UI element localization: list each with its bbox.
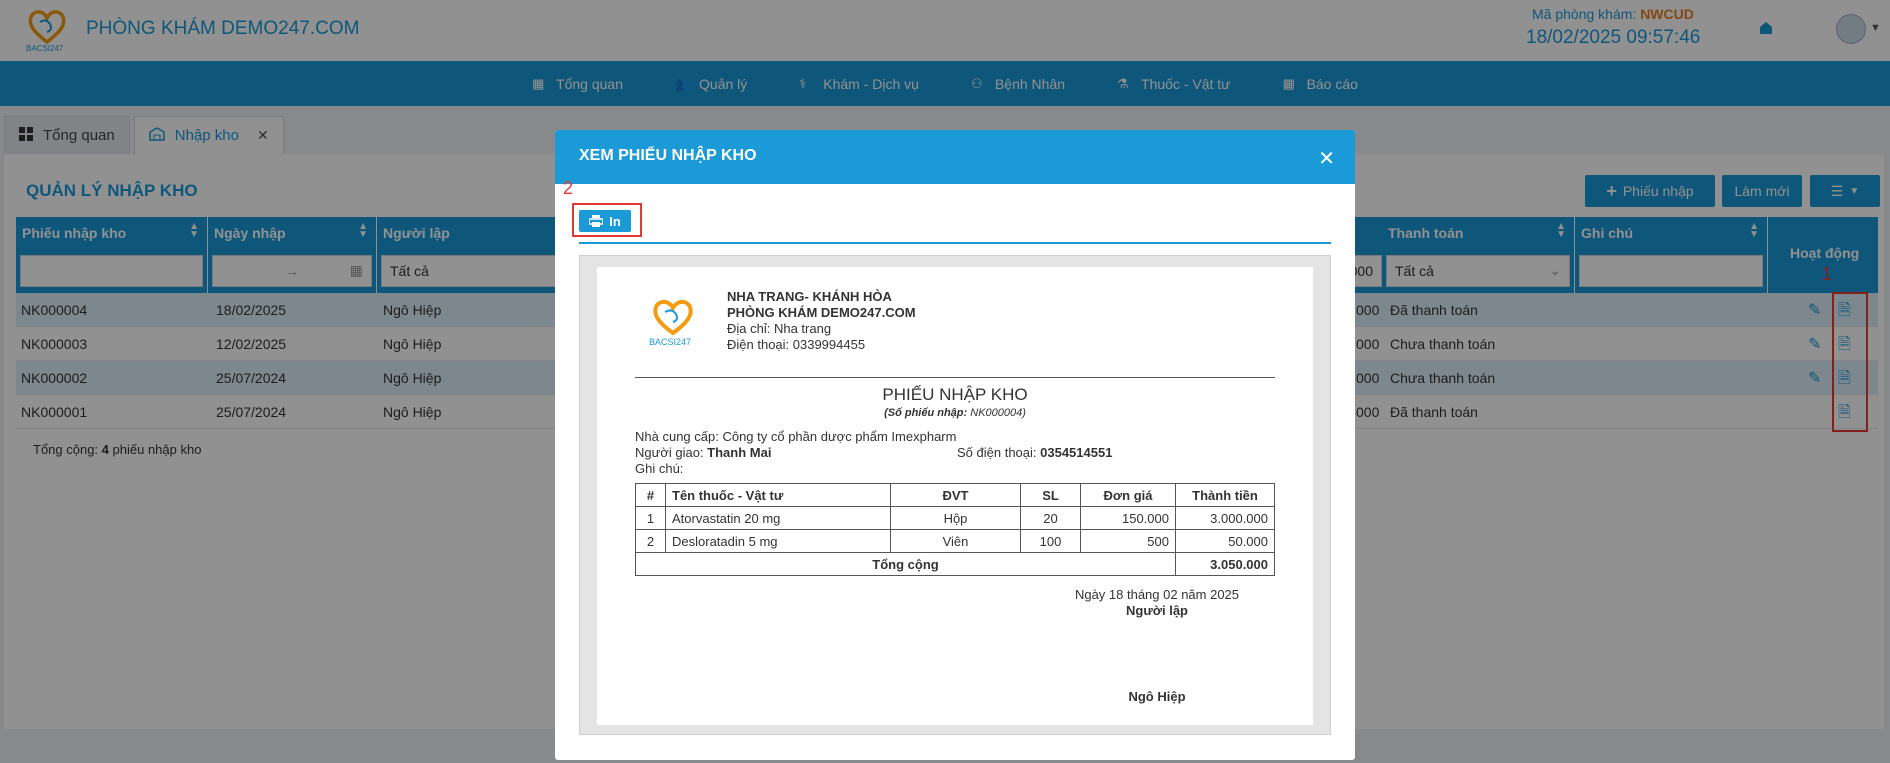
doc-number: (Số phiếu nhập: NK000004) [597,407,1313,419]
doc-address: Địa chỉ: Nha trang [727,321,832,336]
item-row: 1 Atorvastatin 20 mg Hộp 20 150.000 3.00… [635,506,1275,530]
doc-number-label: (Số phiếu nhập: [884,407,968,419]
doc-note: Ghi chú: [635,461,684,476]
deliverer-label: Người giao: [635,445,704,460]
close-icon[interactable]: ✕ [1318,146,1335,171]
sum-row: Tổng cộng 3.050.000 [635,552,1275,576]
th-price: Đơn giá [1080,483,1176,507]
item-name: Atorvastatin 20 mg [665,506,891,530]
doc-number-value: NK000004) [970,407,1026,419]
modal-divider [579,242,1331,244]
receipt-document: BACSI247 NHA TRANG- KHÁNH HÒA PHÒNG KHÁM… [597,267,1313,725]
th-name: Tên thuốc - Vật tư [665,483,891,507]
item-unit: Viên [890,529,1021,553]
view-receipt-modal: XEM PHIẾU NHẬP KHO ✕ In BACSI247 NHA TRA… [555,130,1355,760]
clinic-logo: BACSI247 [649,299,693,347]
item-qty: 20 [1020,506,1081,530]
th-qty: SL [1020,483,1081,507]
doc-clinic: PHÒNG KHÁM DEMO247.COM [727,305,916,320]
th-total: Thành tiền [1175,483,1275,507]
item-row: 2 Desloratadin 5 mg Viên 100 500 50.000 [635,529,1275,553]
print-preview: BACSI247 NHA TRANG- KHÁNH HÒA PHÒNG KHÁM… [579,255,1331,735]
item-total: 50.000 [1175,529,1275,553]
item-name: Desloratadin 5 mg [665,529,891,553]
doc-region: NHA TRANG- KHÁNH HÒA [727,289,892,304]
doc-divider [635,377,1275,378]
doc-signer-name: Ngô Hiệp [1128,689,1186,704]
annotation-box-2 [572,203,642,237]
item-total: 3.000.000 [1175,506,1275,530]
item-unit: Hộp [890,506,1021,530]
item-price: 500 [1080,529,1176,553]
item-qty: 100 [1020,529,1081,553]
th-unit: ĐVT [890,483,1021,507]
phone2-value: 0354514551 [1040,445,1113,460]
items-header-row: # Tên thuốc - Vật tư ĐVT SL Đơn giá Thàn… [635,483,1275,507]
deliverer-name: Thanh Mai [707,445,772,460]
annotation-number-2: 2 [563,178,574,198]
doc-phone2: Số điện thoại: 0354514551 [957,445,1112,460]
phone2-label: Số điện thoại: [957,445,1037,460]
doc-signer-title: Người lập [1126,603,1188,618]
doc-phone: Điện thoại: 0339994455 [727,337,866,352]
doc-title: PHIẾU NHẬP KHO [882,385,1028,404]
modal-title: XEM PHIẾU NHẬP KHO [579,147,757,164]
doc-deliverer: Người giao: Thanh Mai [635,445,771,460]
th-no: # [635,483,666,507]
item-no: 2 [635,529,666,553]
sum-label: Tổng cộng [635,552,1176,576]
svg-text:BACSI247: BACSI247 [649,337,691,347]
doc-date-line: Ngày 18 tháng 02 năm 2025 [1074,587,1240,602]
items-table: # Tên thuốc - Vật tư ĐVT SL Đơn giá Thàn… [635,483,1275,576]
sum-value: 3.050.000 [1175,552,1275,576]
item-price: 150.000 [1080,506,1176,530]
doc-supplier: Nhà cung cấp: Công ty cổ phần dược phẩm … [635,429,957,444]
item-no: 1 [635,506,666,530]
modal-header: XEM PHIẾU NHẬP KHO ✕ [555,130,1355,184]
